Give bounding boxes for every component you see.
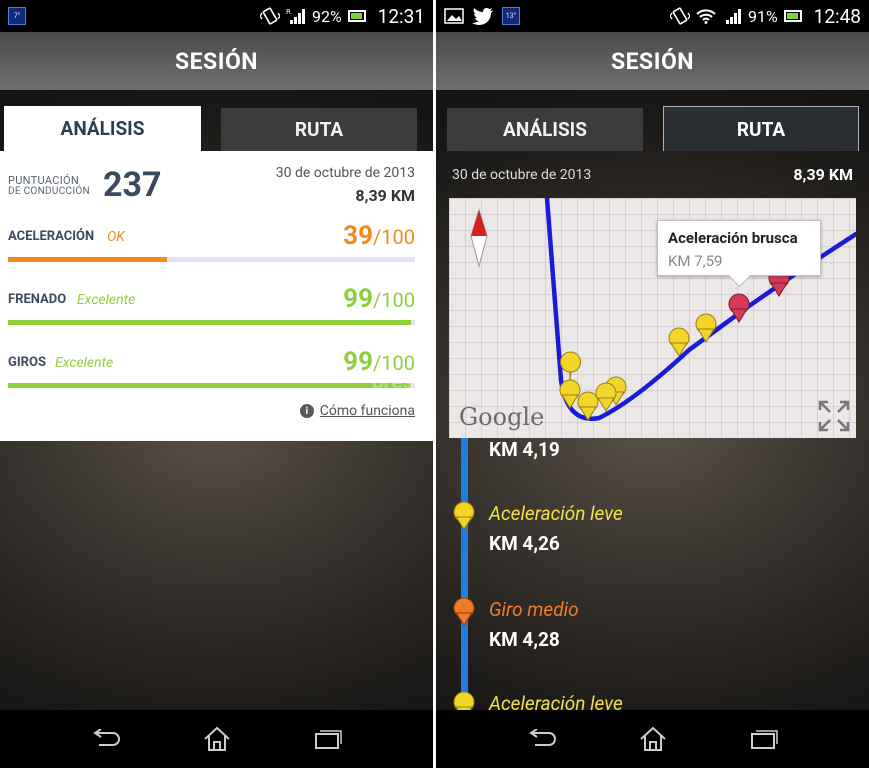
home-icon bbox=[639, 726, 666, 751]
tab-bar: ANÁLISIS RUTA bbox=[0, 106, 433, 151]
metric-name: FRENADO bbox=[8, 292, 67, 307]
clock: 12:31 bbox=[377, 4, 425, 28]
session-distance: 8,39 KM bbox=[793, 165, 853, 184]
event-pin-icon[interactable] bbox=[559, 379, 581, 409]
session-distance: 8,39 KM bbox=[355, 186, 415, 205]
back-button[interactable] bbox=[84, 717, 128, 761]
info-icon: i bbox=[299, 404, 314, 418]
watermark: ores bbox=[372, 370, 415, 395]
wifi-icon bbox=[696, 9, 716, 24]
right-screen: 13° 91% 12:48 SESIÓN ANÁLISIS RUTA 30 de… bbox=[436, 0, 869, 768]
metric-progress-bar bbox=[8, 257, 415, 262]
back-button[interactable] bbox=[520, 717, 564, 761]
recent-apps-button[interactable] bbox=[306, 717, 350, 761]
compass-icon bbox=[470, 208, 488, 268]
signal-icon bbox=[725, 9, 741, 24]
event-km: KM 4,26 bbox=[489, 532, 560, 555]
event-type: Aceleración leve bbox=[489, 502, 623, 525]
timeline-km: KM 4,19 bbox=[489, 438, 560, 461]
tab-bar: ANÁLISIS RUTA bbox=[436, 106, 869, 151]
metric-progress-bar bbox=[8, 320, 415, 325]
page-title: SESIÓN bbox=[436, 32, 869, 90]
battery-percent: 91% bbox=[747, 6, 778, 26]
vibrate-icon bbox=[259, 7, 280, 25]
home-button[interactable] bbox=[195, 717, 239, 761]
page-title: SESIÓN bbox=[0, 32, 433, 90]
battery-percent: 92% bbox=[311, 6, 342, 26]
analysis-card: PUNTUACIÓN DE CONDUCCIÓN 237 30 de octub… bbox=[0, 151, 433, 441]
recent-apps-button[interactable] bbox=[742, 717, 786, 761]
recent-apps-icon bbox=[314, 730, 342, 749]
tab-analysis[interactable]: ANÁLISIS bbox=[4, 106, 201, 151]
callout-subtitle: KM 7,59 bbox=[668, 252, 723, 270]
event-type: Giro medio bbox=[489, 598, 579, 621]
metric-rating: Excelente bbox=[55, 355, 114, 371]
session-date: 30 de octubre de 2013 bbox=[275, 165, 415, 181]
weather-icon: 13° bbox=[502, 7, 520, 25]
event-pin-icon[interactable] bbox=[595, 382, 617, 412]
nav-bar bbox=[436, 710, 869, 768]
how-it-works-link[interactable]: i Cómo funciona bbox=[299, 403, 415, 419]
twitter-icon bbox=[472, 8, 493, 25]
svg-text:R: R bbox=[286, 8, 291, 16]
metric-name: GIROS bbox=[8, 355, 46, 370]
driving-score: 237 bbox=[103, 165, 162, 205]
nav-bar bbox=[0, 710, 433, 768]
session-date: 30 de octubre de 2013 bbox=[452, 167, 592, 183]
route-map[interactable]: Aceleración brusca KM 7,59 Google bbox=[449, 198, 856, 438]
metric-name: ACELERACIÓN bbox=[8, 229, 95, 244]
timeline-line bbox=[461, 438, 468, 710]
recent-apps-icon bbox=[750, 730, 778, 749]
tab-analysis[interactable]: ANÁLISIS bbox=[447, 108, 643, 151]
map-callout: Aceleración brusca KM 7,59 bbox=[657, 220, 821, 276]
vibrate-icon bbox=[669, 7, 690, 25]
metric-rating: OK bbox=[107, 229, 125, 245]
back-icon bbox=[528, 729, 556, 746]
gallery-icon bbox=[444, 8, 464, 24]
signal-icon: R bbox=[286, 8, 305, 24]
battery-icon bbox=[347, 10, 366, 22]
metric-score: 99/100 bbox=[343, 284, 415, 314]
google-logo: Google bbox=[459, 403, 545, 431]
metric-rating: Excelente bbox=[77, 292, 136, 308]
event-pin-icon[interactable] bbox=[560, 351, 581, 383]
score-label: PUNTUACIÓN DE CONDUCCIÓN bbox=[8, 174, 90, 197]
metric-score: 39/100 bbox=[343, 221, 415, 251]
tab-route[interactable]: RUTA bbox=[221, 108, 417, 151]
event-km: KM 4,28 bbox=[489, 628, 560, 651]
tab-route[interactable]: RUTA bbox=[663, 106, 859, 151]
status-bar: 7° R 92% 12:31 bbox=[0, 0, 433, 32]
status-bar: 13° 91% 12:48 bbox=[436, 0, 869, 32]
home-button[interactable] bbox=[631, 717, 675, 761]
weather-icon: 7° bbox=[8, 7, 26, 25]
battery-icon bbox=[783, 10, 802, 22]
event-pin-icon[interactable] bbox=[695, 313, 717, 343]
left-screen: 7° R 92% 12:31 SESIÓN ANÁLISIS RUTA PUNT… bbox=[0, 0, 433, 768]
back-icon bbox=[92, 729, 120, 746]
clock: 12:48 bbox=[813, 4, 861, 28]
event-pin-icon bbox=[453, 598, 475, 626]
callout-title: Aceleración brusca bbox=[668, 229, 798, 247]
event-pin-icon bbox=[453, 502, 475, 530]
fullscreen-icon[interactable] bbox=[818, 400, 850, 432]
how-it-works-label: Cómo funciona bbox=[319, 403, 415, 419]
home-icon bbox=[203, 726, 230, 751]
metric-progress-bar bbox=[8, 383, 415, 388]
